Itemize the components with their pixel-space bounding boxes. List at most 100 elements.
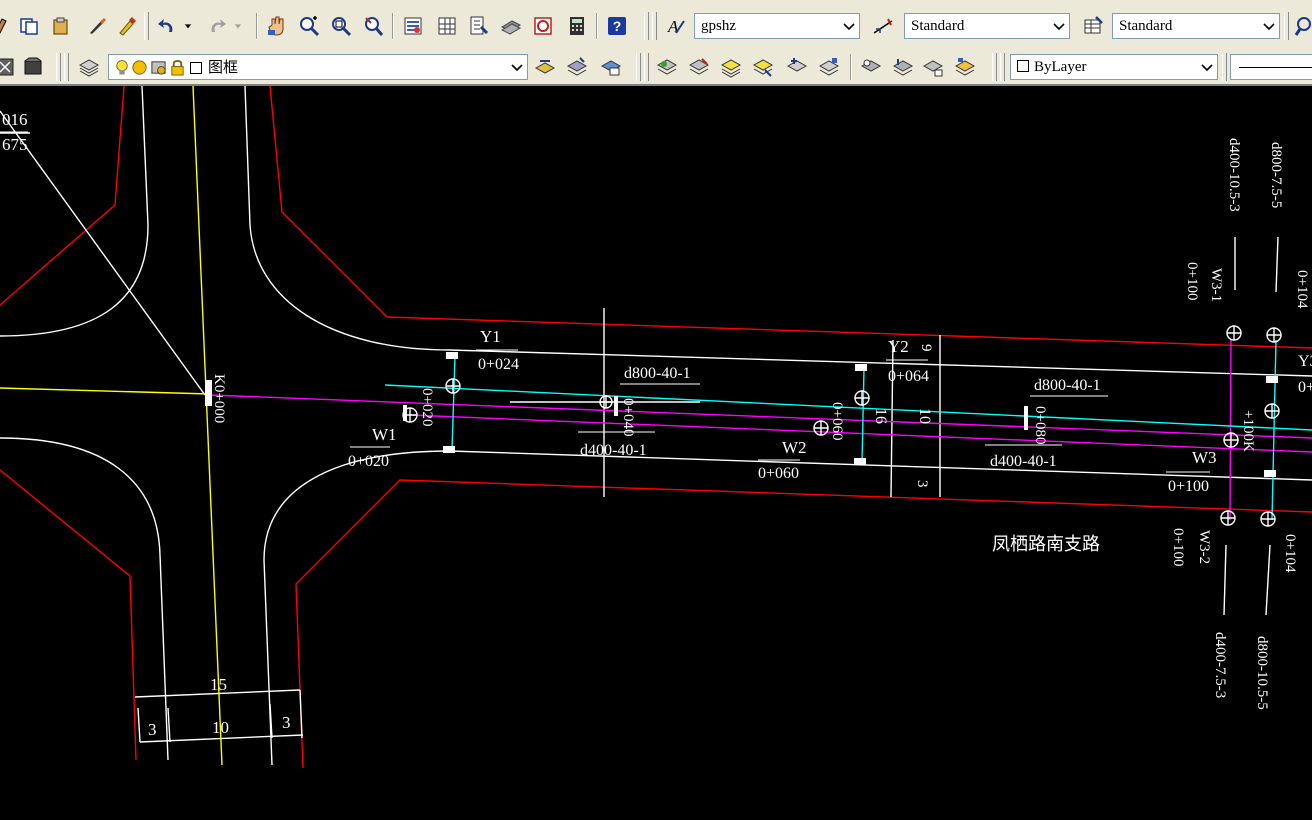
manhole-w2-label: W2: [782, 438, 807, 457]
layer-states-manager-icon[interactable]: [598, 54, 624, 80]
properties-icon[interactable]: [400, 13, 426, 39]
pan-realtime-icon[interactable]: [264, 13, 290, 39]
help-icon[interactable]: ?: [604, 13, 630, 39]
layer-states-icon[interactable]: [20, 54, 46, 80]
pipe-label-d400-10-5: d400-10.5-3: [1226, 138, 1242, 212]
layer-previous-icon[interactable]: [0, 54, 18, 80]
top-left-label-1: 016: [2, 110, 28, 129]
text-style-icon[interactable]: A: [662, 13, 688, 39]
station-0-100-bottom: 0+100: [1170, 528, 1186, 566]
layer-previous-2-icon[interactable]: [564, 54, 590, 80]
pipe-label-d800-2: d800-40-1: [1034, 377, 1101, 394]
manhole-y1-station: 0+024: [478, 356, 519, 373]
lightbulb-icon: [116, 60, 128, 75]
layer-copy-icon[interactable]: [952, 54, 978, 80]
layer-unisolate-icon[interactable]: [686, 54, 712, 80]
dimension-16: 16: [872, 408, 889, 424]
dimension-9: 9: [918, 344, 934, 352]
chevron-down-icon: [1199, 57, 1215, 77]
layer-off-icon[interactable]: [750, 54, 776, 80]
manhole-w3-label: W3: [1192, 448, 1217, 467]
svg-text:?: ?: [613, 18, 622, 34]
station-0-104-top: 0+104: [1294, 270, 1310, 309]
chevron-down-icon: [1261, 16, 1277, 36]
manhole-y2-label: Y2: [888, 337, 909, 356]
top-left-label-2: 675: [2, 135, 28, 154]
layer-color-swatch: [190, 61, 202, 74]
sun-icon: [132, 60, 147, 75]
station-0-100-top: 0+100: [1184, 262, 1200, 300]
text-style-value: gpshz: [701, 18, 736, 34]
table-style-value: Standard: [1119, 18, 1173, 34]
station-k0-000: K0+000: [211, 374, 227, 423]
undo-dropdown-icon[interactable]: [180, 13, 196, 39]
manhole-w2-station: 0+060: [758, 465, 799, 482]
layer-walk-icon[interactable]: [858, 54, 884, 80]
station-0-104-bottom: 0+104: [1282, 534, 1298, 573]
redo-icon[interactable]: [204, 13, 230, 39]
color-select[interactable]: ByLayer: [1010, 54, 1218, 80]
svg-text:A: A: [667, 17, 679, 36]
dimension-3-road: 3: [914, 480, 930, 488]
color-value: ByLayer: [1034, 59, 1087, 75]
color-swatch: [1017, 60, 1029, 72]
match-paint-icon[interactable]: [114, 13, 140, 39]
zoom-previous-icon[interactable]: [360, 13, 386, 39]
dimension-3-right: 3: [282, 713, 291, 732]
pipe-label-d400-7-5: d400-7.5-3: [1212, 632, 1228, 698]
zoom-window-icon[interactable]: [328, 13, 354, 39]
design-center-icon[interactable]: [434, 13, 460, 39]
brush-icon[interactable]: [84, 13, 110, 39]
layer-lock-icon[interactable]: [784, 54, 810, 80]
layer-select[interactable]: 图框: [108, 54, 528, 80]
layer-isolate-icon[interactable]: [654, 54, 680, 80]
standard-toolbar: ? A gpshz Standard Standard: [0, 6, 1312, 46]
layer-unlock-icon[interactable]: [816, 54, 842, 80]
table-style-select[interactable]: Standard: [1112, 13, 1280, 39]
layer-value: 图框: [208, 58, 239, 76]
dimension-15: 15: [210, 675, 227, 694]
redo-dropdown-icon[interactable]: [230, 13, 246, 39]
search-icon[interactable]: [1292, 13, 1312, 39]
station-100k: +100K: [1240, 410, 1256, 452]
station-0-020: 0+020: [419, 388, 435, 426]
station-0-080: 0+080: [1032, 406, 1048, 444]
linetype-preview: [1239, 67, 1312, 68]
manhole-w3-2-label: W3-2: [1196, 530, 1212, 564]
sheet-set-icon[interactable]: [498, 13, 524, 39]
manhole-y2-station: 0+064: [888, 368, 929, 385]
zoom-realtime-icon[interactable]: [296, 13, 322, 39]
layer-freeze-icon[interactable]: [718, 54, 744, 80]
manhole-w1-station: 0+020: [348, 453, 389, 470]
layer-merge-icon[interactable]: [890, 54, 916, 80]
toolbar-area: ? A gpshz Standard Standard 图框 ByLayer: [0, 0, 1312, 86]
viewport-freeze-icon: [151, 61, 166, 75]
text-style-select[interactable]: gpshz: [694, 13, 860, 39]
layers-toolbar: 图框 ByLayer: [0, 47, 1312, 87]
table-style-icon[interactable]: [1080, 13, 1106, 39]
station-0-040: 0+040: [620, 398, 636, 436]
chevron-down-icon: [841, 16, 857, 36]
dimension-style-icon[interactable]: [870, 13, 896, 39]
calculator-icon[interactable]: [564, 13, 590, 39]
paste-icon[interactable]: [48, 13, 74, 39]
make-object-layer-current-icon[interactable]: [532, 54, 558, 80]
chevron-down-icon: [1051, 16, 1067, 36]
layer-delete-icon[interactable]: [920, 54, 946, 80]
lock-icon: [171, 59, 184, 76]
manhole-w1-label: W1: [372, 425, 397, 444]
station-0-060: 0+060: [829, 402, 845, 440]
dimension-10: 10: [212, 718, 229, 737]
copy-clip-icon[interactable]: [16, 13, 42, 39]
undo-icon[interactable]: [154, 13, 180, 39]
match-properties-icon[interactable]: [0, 13, 16, 39]
drawing-canvas[interactable]: 016 675 K0+000 Y1 0+024 W1 0+020 0+020 0…: [0, 86, 1312, 820]
chevron-down-icon: [509, 57, 525, 77]
tool-palettes-icon[interactable]: [466, 13, 492, 39]
markup-icon[interactable]: [530, 13, 556, 39]
dimension-style-select[interactable]: Standard: [904, 13, 1070, 39]
dimension-style-value: Standard: [911, 18, 965, 34]
linetype-select[interactable]: [1230, 54, 1312, 80]
layer-manager-icon[interactable]: [76, 54, 102, 80]
pipe-label-d400-1: d400-40-1: [580, 442, 647, 459]
